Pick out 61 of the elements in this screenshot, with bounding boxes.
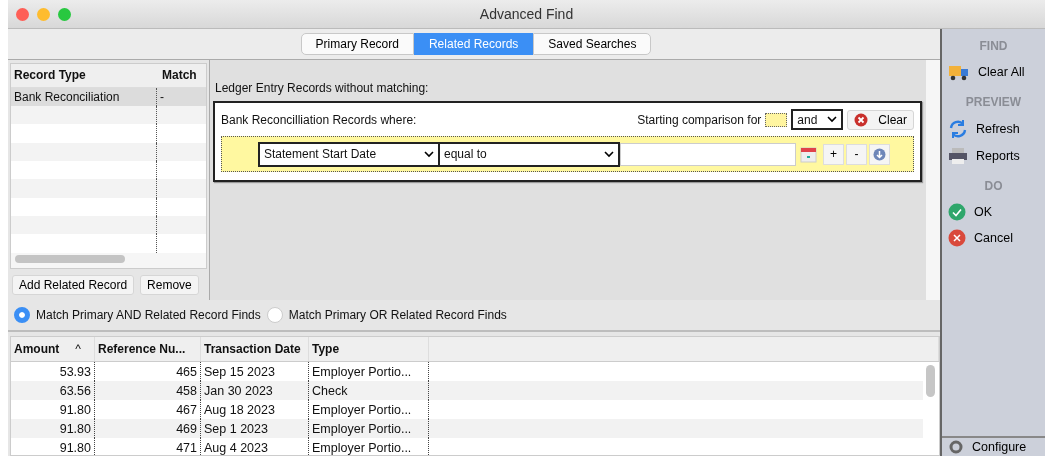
conjunction-select[interactable]: and bbox=[791, 109, 844, 130]
x-circle-icon bbox=[854, 112, 869, 127]
group-title: Bank Reconcilliation Records where: bbox=[221, 112, 417, 127]
column-header[interactable]: Type bbox=[309, 337, 429, 361]
close-icon bbox=[948, 229, 966, 247]
radio-option[interactable]: Match Primary OR Related Record Finds bbox=[266, 307, 507, 323]
clear-button[interactable]: Clear bbox=[847, 109, 914, 130]
printer-icon bbox=[948, 147, 968, 165]
table-cell: Jan 30 2023 bbox=[201, 381, 309, 400]
table-cell: 91.80 bbox=[11, 419, 95, 438]
field-select[interactable]: Statement Start Date bbox=[258, 141, 440, 167]
column-header[interactable]: Reference Nu... bbox=[95, 337, 201, 361]
chevron-icon bbox=[424, 150, 434, 158]
criteria-heading: Ledger Entry Records without matching: bbox=[214, 81, 430, 95]
operator-select[interactable]: equal to bbox=[440, 141, 620, 167]
action-button[interactable]: Remove bbox=[140, 275, 199, 295]
scrollbar-thumb[interactable] bbox=[926, 365, 935, 397]
window-title: Advanced Find bbox=[479, 6, 574, 22]
sidebar-item[interactable]: Clear All bbox=[942, 59, 1045, 85]
zoom-button[interactable] bbox=[58, 7, 71, 21]
chevron-icon bbox=[827, 116, 838, 123]
table-cell: 458 bbox=[95, 381, 201, 400]
table-cell: Check bbox=[309, 381, 429, 400]
value-field[interactable] bbox=[620, 142, 796, 166]
sidebar-item[interactable]: Reports bbox=[942, 143, 1045, 169]
sidebar-item[interactable]: OK bbox=[942, 199, 1045, 225]
table-cell: 471 bbox=[95, 438, 201, 455]
configure-button[interactable]: Configure bbox=[942, 438, 1033, 455]
table-cell: Sep 1 2023 bbox=[201, 419, 309, 438]
section-heading: PREVIEW bbox=[964, 94, 1023, 111]
minimize-button[interactable] bbox=[37, 7, 50, 21]
scrollbar-thumb[interactable] bbox=[15, 254, 125, 263]
refresh-icon bbox=[948, 119, 968, 139]
sidebar-item[interactable]: Refresh bbox=[942, 115, 1045, 143]
calendar-icon[interactable] bbox=[800, 145, 817, 163]
close-button[interactable] bbox=[16, 7, 29, 21]
radio-option[interactable]: Match Primary AND Related Record Finds bbox=[14, 307, 261, 323]
truck-icon bbox=[948, 63, 970, 81]
tab[interactable]: Saved Searches bbox=[533, 33, 652, 55]
sidebar-item[interactable]: Cancel bbox=[942, 225, 1045, 251]
section-heading: FIND bbox=[978, 38, 1009, 55]
table-cell: Employer Portio... bbox=[309, 438, 429, 455]
action-button[interactable]: Add Related Record bbox=[12, 275, 135, 295]
column-header[interactable]: Transaction Date bbox=[201, 337, 309, 361]
table-cell: 63.56 bbox=[11, 381, 95, 400]
column-header: Record Type bbox=[13, 68, 87, 83]
section-heading: DO bbox=[983, 178, 1004, 195]
add-condition-button[interactable]: + bbox=[823, 143, 844, 165]
table-cell: Aug 4 2023 bbox=[201, 438, 309, 455]
checkmark-icon bbox=[948, 203, 966, 221]
table-cell: 469 bbox=[95, 419, 201, 438]
table-cell: Employer Portio... bbox=[309, 419, 429, 438]
starting-label: Starting comparison for bbox=[637, 112, 762, 127]
tab[interactable]: Primary Record bbox=[300, 33, 414, 55]
remove-condition-button[interactable]: - bbox=[846, 143, 867, 165]
table-cell: 91.80 bbox=[11, 438, 95, 455]
move-down-button[interactable] bbox=[869, 143, 890, 165]
chevron-icon bbox=[604, 150, 614, 158]
highlight-swatch bbox=[765, 112, 788, 127]
column-header: Match bbox=[161, 68, 197, 83]
column-header[interactable]: Amount ^ bbox=[11, 337, 95, 361]
